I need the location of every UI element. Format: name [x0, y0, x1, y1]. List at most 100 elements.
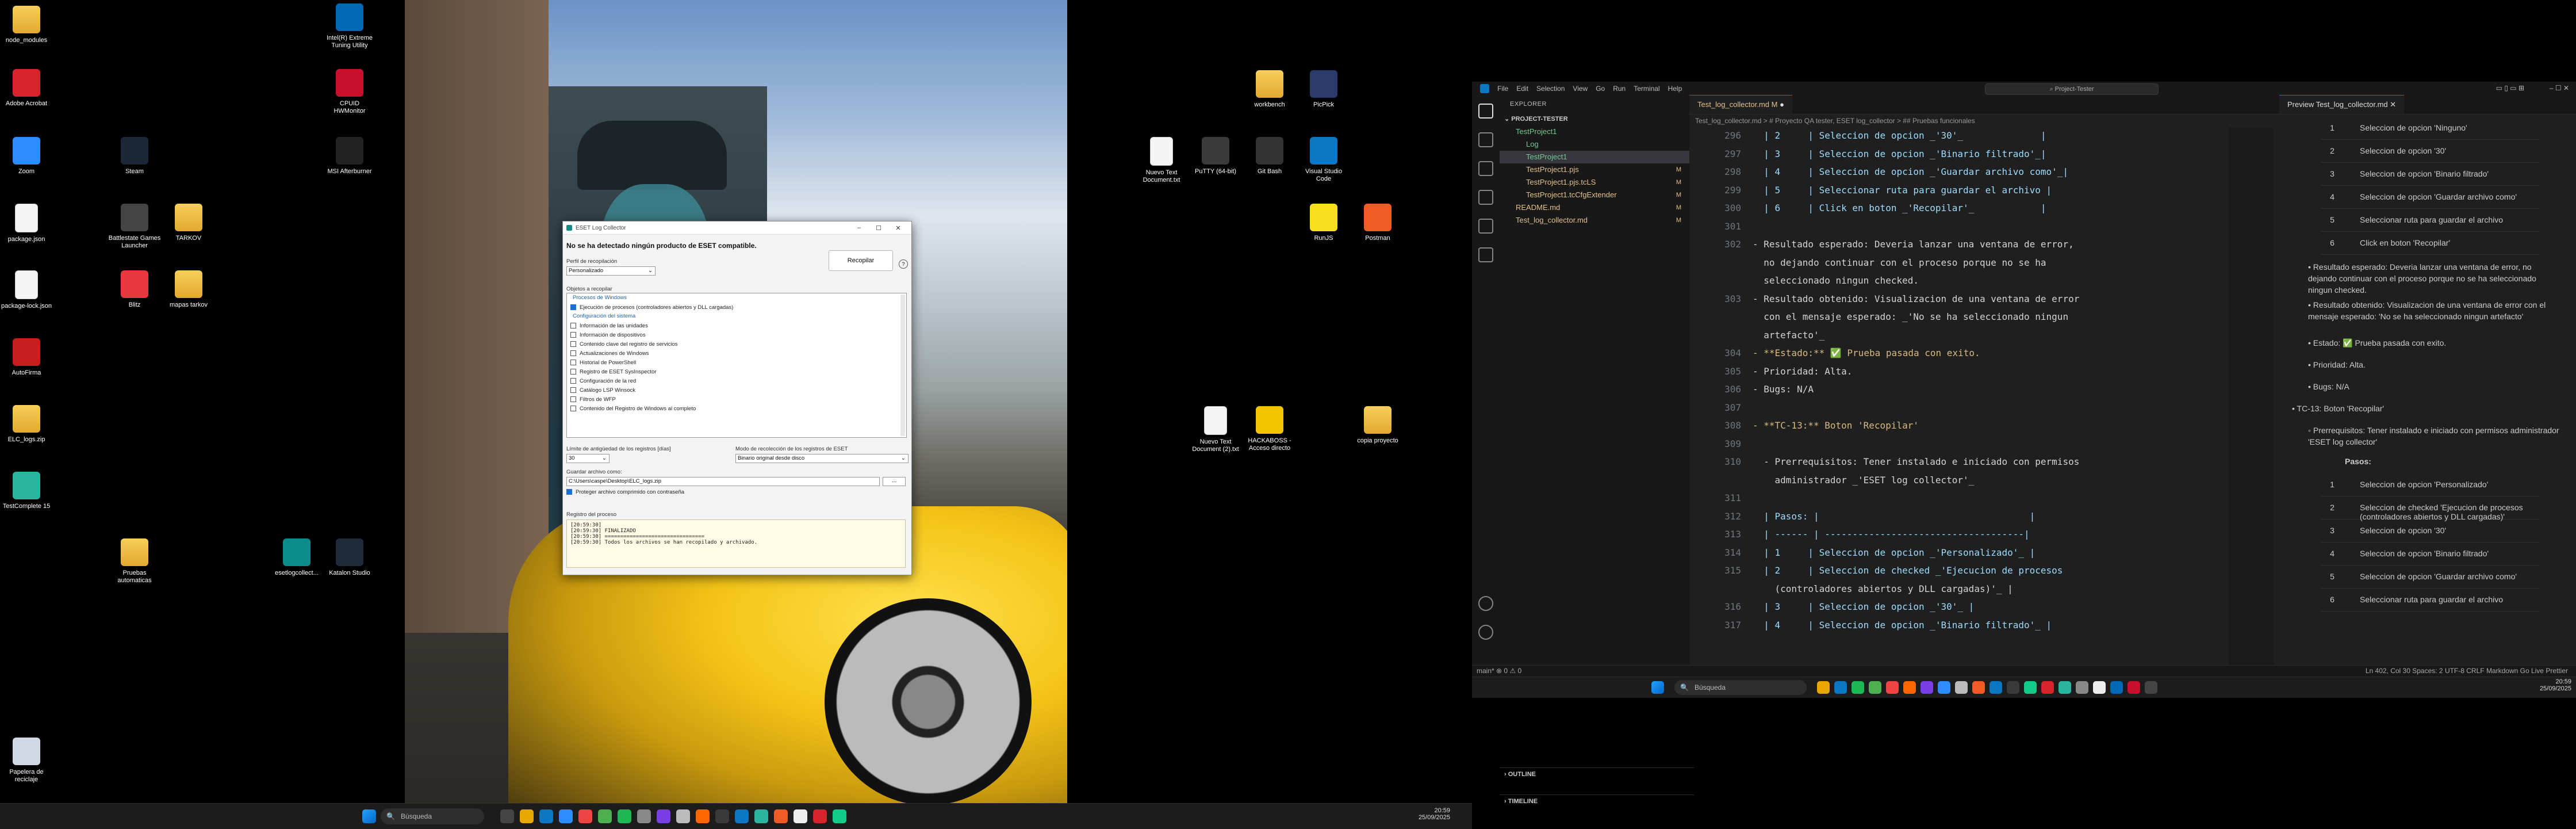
recopilar-button[interactable]: Recopilar — [829, 250, 893, 271]
live-share-icon[interactable] — [1478, 247, 1493, 262]
taskbar-app-icon[interactable] — [793, 809, 807, 823]
taskbar-app-icon[interactable] — [657, 809, 670, 823]
desktop-icon-picpick[interactable]: PicPick — [1297, 70, 1350, 109]
desktop-icon-putty[interactable]: PuTTY (64-bit) — [1189, 137, 1242, 175]
taskbar-app-icon[interactable] — [2110, 681, 2123, 694]
taskbar-app-icon[interactable] — [1955, 681, 1968, 694]
tree-item[interactable]: TestProject1.tcCfgExtender M — [1500, 189, 1689, 201]
checkbox-config-item[interactable]: Contenido del Registro de Windows al com… — [567, 404, 906, 413]
desktop-icon-elcl[interactable]: ELC_logs.zip — [0, 405, 53, 444]
settings-gear-icon[interactable] — [1478, 625, 1493, 640]
desktop-icon-zoom[interactable]: Zoom — [0, 137, 53, 175]
desktop-icon-newtxt2[interactable]: Nuevo Text Document (2).txt — [1189, 406, 1242, 453]
clock-left[interactable]: 20:59 25/09/2025 — [1409, 807, 1450, 821]
menu-item-terminal[interactable]: Terminal — [1634, 85, 1659, 93]
checkbox-config-item[interactable]: Catálogo LSP Winsock — [567, 385, 906, 395]
desktop-icon-pruebas[interactable]: Pruebas automaticas — [108, 538, 161, 584]
desktop-icon-msi[interactable]: MSI Afterburner — [323, 137, 376, 175]
desktop-icon-hackabo[interactable]: HACKABOSS - Acceso directo — [1243, 406, 1296, 452]
taskbar-app-icon[interactable] — [1817, 681, 1830, 694]
clock-right[interactable]: 20:59 25/09/2025 — [2530, 678, 2571, 692]
menu-item-go[interactable]: Go — [1596, 85, 1605, 93]
taskbar-app-icon[interactable] — [539, 809, 553, 823]
desktop-icon-workbench[interactable]: workbench — [1243, 70, 1296, 109]
taskbar-app-icon[interactable] — [735, 809, 749, 823]
age-select[interactable]: 30 ⌄ — [566, 454, 610, 463]
taskbar-app-icon[interactable] — [637, 809, 651, 823]
objects-list[interactable]: Procesos de Windows Ejecución de proceso… — [566, 293, 907, 438]
menu-item-help[interactable]: Help — [1668, 85, 1682, 93]
code-area[interactable]: 296 | 2 | Seleccion de opcion _'30'_ | 29… — [1689, 128, 2279, 665]
checkbox-config-item[interactable]: Contenido clave del registro de servicio… — [567, 339, 906, 349]
minimize-icon[interactable]: – — [849, 224, 869, 231]
menu-item-edit[interactable]: Edit — [1516, 85, 1528, 93]
taskbar-app-icon[interactable] — [1851, 681, 1864, 694]
desktop-icon-intel[interactable]: Intel(R) Extreme Tuning Utility — [323, 3, 376, 49]
tree-item[interactable]: Test_log_collector.md M — [1500, 214, 1689, 227]
tree-item[interactable]: TestProject1 — [1500, 125, 1689, 138]
extensions-icon[interactable] — [1478, 219, 1493, 234]
taskbar-app-icon[interactable] — [2128, 681, 2140, 694]
taskbar-app-icon[interactable] — [754, 809, 768, 823]
taskbar-app-icon[interactable] — [1834, 681, 1847, 694]
taskbar-app-icon[interactable] — [2093, 681, 2106, 694]
menu-item-selection[interactable]: Selection — [1536, 85, 1565, 93]
objects-scrollbar[interactable] — [900, 295, 905, 436]
desktop-icon-packagelock[interactable]: package-lock.json — [0, 270, 53, 310]
desktop-icon-steam[interactable]: Steam — [108, 137, 161, 175]
browse-button[interactable]: ... — [883, 477, 906, 486]
desktop-icon-katalon[interactable]: Katalon Studio — [323, 538, 376, 577]
taskbar-search[interactable]: 🔍 Búsqueda — [381, 808, 484, 824]
desktop-icon-packagejson[interactable]: package.json — [0, 204, 53, 243]
taskbar-app-icon[interactable] — [676, 809, 690, 823]
desktop-icon-papelera[interactable]: Papelera de reciclaje — [0, 738, 53, 784]
checkbox-config-item[interactable]: Historial de PowerShell — [567, 358, 906, 367]
desktop-icon-blitz[interactable]: Blitz — [108, 270, 161, 309]
desktop-icon-postman[interactable]: Postman — [1351, 204, 1404, 242]
protect-checkbox[interactable]: Proteger archivo comprimido con contrase… — [563, 487, 684, 496]
taskbar-app-icon[interactable] — [2076, 681, 2088, 694]
windows-start-icon[interactable] — [362, 809, 376, 823]
breadcrumb[interactable]: Test_log_collector.md > # Proyecto QA te… — [1689, 114, 2279, 127]
mode-select[interactable]: Binario original desde disco ⌄ — [735, 454, 908, 463]
profile-select[interactable]: Personalizado ⌄ — [566, 266, 656, 276]
desktop-icon-testcomplete[interactable]: TestComplete 15 — [0, 472, 53, 510]
close-icon[interactable]: ✕ — [2390, 100, 2396, 109]
status-left[interactable]: main* ⊗ 0 ⚠ 0 — [1477, 667, 1521, 675]
outline-section[interactable]: › OUTLINE — [1500, 767, 1694, 781]
minimap[interactable] — [2229, 128, 2274, 665]
taskbar-app-icon[interactable] — [618, 809, 631, 823]
taskbar-app-icon[interactable] — [813, 809, 827, 823]
menu-item-view[interactable]: View — [1573, 85, 1588, 93]
layout-icons[interactable]: ▭ ▯ ▭ ⊞ — [2496, 84, 2524, 92]
close-icon[interactable]: ✕ — [888, 224, 908, 232]
taskbar-app-icon[interactable] — [1886, 681, 1899, 694]
help-icon[interactable]: ? — [899, 259, 908, 269]
account-icon[interactable] — [1478, 596, 1493, 611]
taskbar-app-icon[interactable] — [1989, 681, 2002, 694]
checkbox-config-item[interactable]: Actualizaciones de Windows — [567, 349, 906, 358]
taskbar-app-icon[interactable] — [774, 809, 788, 823]
taskbar-app-icon[interactable] — [1972, 681, 1985, 694]
desktop-icon-autofirma[interactable]: AutoFirma — [0, 338, 53, 377]
run-debug-icon[interactable] — [1478, 190, 1493, 205]
taskbar-app-icon[interactable] — [2024, 681, 2037, 694]
close-icon[interactable]: ● — [1780, 100, 1784, 109]
status-right[interactable]: Ln 402, Col 30 Spaces: 2 UTF-8 CRLF Mark… — [2366, 667, 2568, 675]
taskbar-app-icon[interactable] — [1869, 681, 1881, 694]
taskbar-app-icon[interactable] — [1920, 681, 1933, 694]
taskbar-app-icon[interactable] — [578, 809, 592, 823]
taskbar-app-icon[interactable] — [559, 809, 573, 823]
desktop-icon-newtxt[interactable]: Nuevo Text Document.txt — [1135, 137, 1188, 184]
window-controls[interactable]: – ☐ ✕ — [2550, 84, 2569, 92]
taskbar-app-icon[interactable] — [2007, 681, 2019, 694]
checkbox-config-item[interactable]: Registro de ESET SysInspector — [567, 367, 906, 376]
tab-test-log-collector[interactable]: Test_log_collector.md M ● — [1689, 95, 1792, 114]
explorer-icon[interactable] — [1478, 104, 1493, 119]
taskbar-app-icon[interactable] — [715, 809, 729, 823]
taskbar-app-icon[interactable] — [833, 809, 846, 823]
desktop-icon-gitbash[interactable]: Git Bash — [1243, 137, 1296, 175]
save-path-input[interactable]: C:\Users\caspe\Desktop\ELC_logs.zip — [566, 477, 880, 486]
taskbar-app-icon[interactable] — [520, 809, 534, 823]
menu-item-file[interactable]: File — [1497, 85, 1508, 93]
